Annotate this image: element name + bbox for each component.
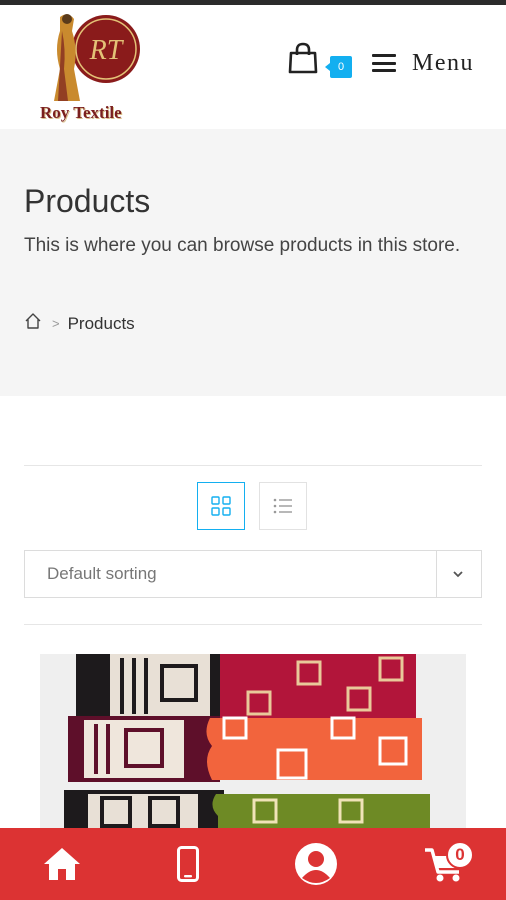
breadcrumb: > Products — [24, 312, 135, 335]
site-header: RT Roy Textile 0 Menu — [0, 5, 506, 129]
menu-button[interactable]: Menu — [372, 47, 474, 79]
nav-phone[interactable] — [173, 838, 203, 890]
cart-bag-button[interactable] — [287, 41, 319, 75]
divider — [24, 624, 482, 625]
list-view-button[interactable] — [259, 482, 307, 530]
home-icon[interactable] — [24, 312, 42, 335]
sort-selected-value: Default sorting — [47, 564, 157, 583]
hamburger-icon — [372, 54, 396, 72]
bottom-navigation: 0 — [0, 828, 506, 900]
shopping-bag-icon — [288, 42, 318, 74]
grid-icon — [211, 496, 231, 516]
page-description: This is where you can browse products in… — [24, 235, 461, 256]
nav-account[interactable] — [292, 838, 340, 890]
home-icon — [44, 848, 80, 880]
breadcrumb-current: Products — [67, 313, 135, 333]
breadcrumb-separator: > — [52, 316, 60, 331]
nav-home[interactable] — [40, 838, 84, 890]
logo-text: Roy Textile — [40, 103, 122, 122]
account-icon — [295, 843, 337, 885]
cart-badge[interactable]: 0 — [325, 56, 352, 78]
fabric-photo — [40, 654, 466, 830]
phone-icon — [177, 846, 199, 882]
sort-select[interactable]: Default sorting — [24, 550, 482, 598]
product-image[interactable] — [40, 654, 466, 830]
list-icon — [273, 498, 292, 514]
menu-label: Menu — [412, 49, 474, 76]
cart-count-badge[interactable]: 0 — [446, 841, 474, 869]
sort-divider — [436, 551, 437, 597]
chevron-down-icon — [453, 571, 463, 578]
grid-view-button[interactable] — [197, 482, 245, 530]
page-title: Products — [24, 183, 151, 219]
logo-monogram: RT — [89, 35, 125, 66]
divider — [24, 465, 482, 466]
page-hero: Products This is where you can browse pr… — [0, 129, 506, 396]
